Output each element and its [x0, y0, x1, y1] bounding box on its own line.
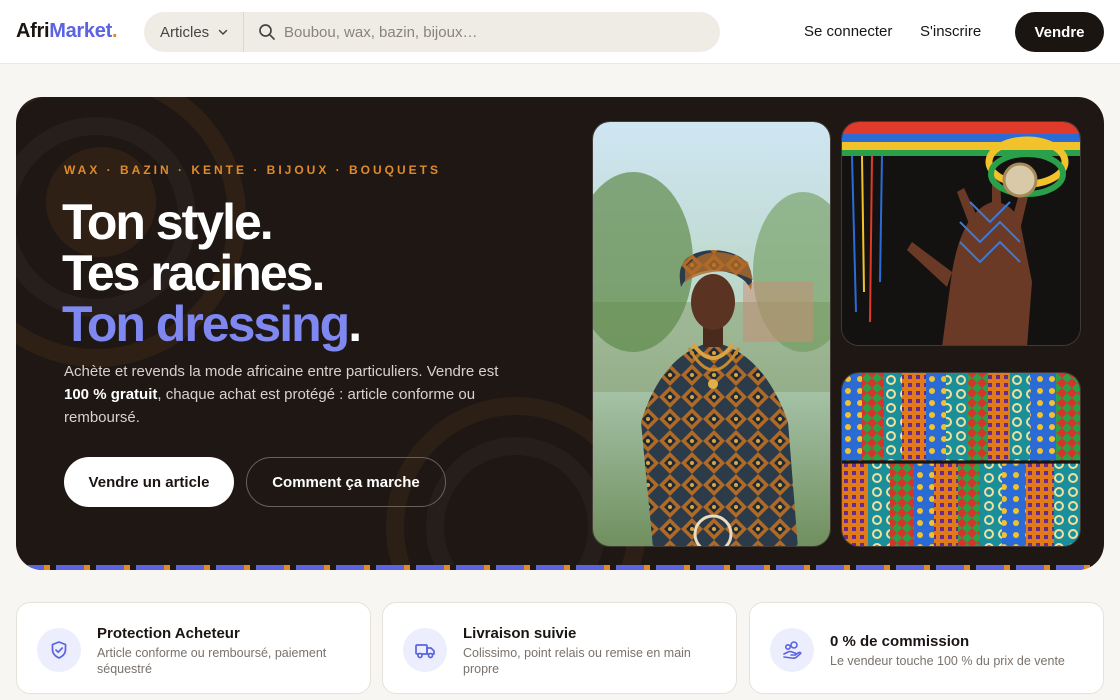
search-icon	[259, 24, 275, 40]
category-select-label: Articles	[160, 23, 210, 41]
sell-button[interactable]: Vendre	[1015, 12, 1104, 52]
hero-headline-line3: Ton dressing.	[62, 296, 362, 352]
truck-icon	[403, 628, 447, 672]
how-it-works-button[interactable]: Comment ça marche	[246, 457, 446, 507]
chevron-down-icon	[218, 29, 228, 35]
feature-subtitle: Colissimo, point relais ou remise en mai…	[463, 646, 691, 676]
hero-headline-line2: Tes racines.	[62, 245, 325, 301]
hero-photo-woman	[592, 121, 831, 547]
feature-title: 0 % de commission	[830, 633, 970, 650]
decorative-stripe	[16, 565, 1104, 570]
category-select[interactable]: Articles	[144, 12, 244, 52]
hand-coins-icon	[770, 628, 814, 672]
hero-photo-fabrics	[841, 372, 1081, 547]
hero-photo-jewelry	[841, 121, 1081, 346]
sell-item-button[interactable]: Vendre un article	[64, 457, 234, 507]
signup-link[interactable]: S'inscrire	[920, 23, 981, 40]
feature-card-tracked-delivery: Livraison suivie Colissimo, point relais…	[382, 602, 737, 694]
feature-title: Protection Acheteur	[97, 625, 240, 642]
feature-card-buyer-protection: Protection Acheteur Article conforme ou …	[16, 602, 371, 694]
feature-subtitle: Le vendeur touche 100 % du prix de vente	[830, 654, 1065, 668]
search-input[interactable]	[284, 12, 704, 52]
logo[interactable]: AfriMarket.	[16, 20, 118, 43]
hero-headline-line1: Ton style.	[62, 194, 274, 250]
feature-subtitle: Article conforme ou remboursé, paiement …	[97, 646, 327, 676]
feature-card-no-commission: 0 % de commission Le vendeur touche 100 …	[749, 602, 1104, 694]
login-link[interactable]: Se connecter	[804, 23, 892, 40]
search-bar: Articles	[144, 12, 720, 52]
hero-description: Achète et revends la mode africaine entr…	[64, 363, 499, 426]
feature-title: Livraison suivie	[463, 625, 577, 642]
hero-eyebrow: WAX · BAZIN · KENTE · BIJOUX · BOUQUETS	[64, 163, 442, 177]
top-header: AfriMarket. Articles Se connecter S'insc…	[0, 0, 1120, 64]
hero-banner: WAX · BAZIN · KENTE · BIJOUX · BOUQUETS …	[16, 97, 1104, 570]
shield-icon	[37, 628, 81, 672]
